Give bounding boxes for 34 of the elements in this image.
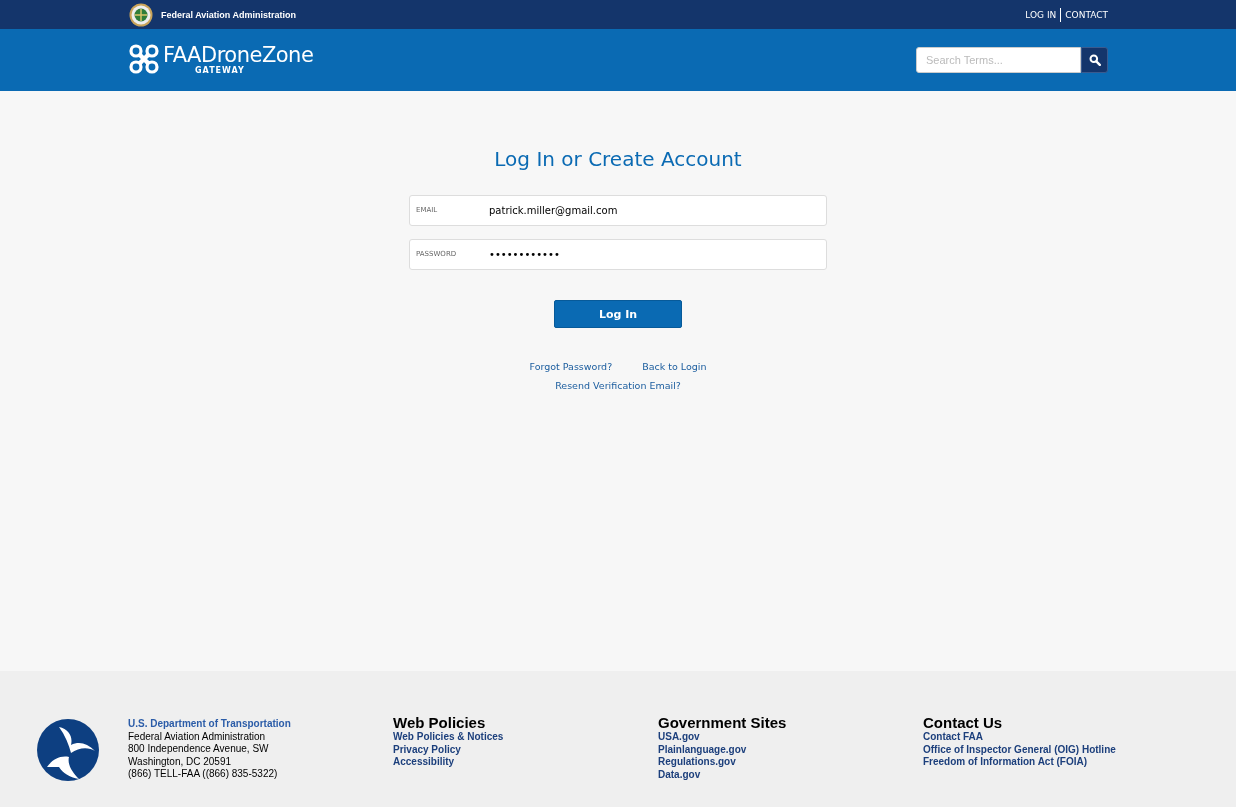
footer-link[interactable]: Web Policies & Notices (393, 731, 658, 744)
search-button[interactable] (1081, 47, 1108, 73)
footer-heading: Contact Us (923, 714, 1004, 731)
footer-link[interactable]: Data.gov (658, 768, 923, 781)
footer-link[interactable]: USA.gov (658, 731, 923, 744)
text-link[interactable]: Forgot Password? (529, 361, 613, 372)
footer-link[interactable]: Regulations.gov (658, 756, 923, 769)
brand-name: FAADroneZone (163, 43, 314, 66)
footer-link[interactable]: Privacy Policy (393, 743, 658, 756)
footer-link[interactable]: Accessibility (393, 756, 658, 769)
footer-link[interactable]: Freedom of Information Act (FOIA) (923, 756, 1188, 769)
address-line: 800 Independence Avenue, SW (128, 743, 270, 756)
search-icon (1088, 54, 1101, 66)
login-button[interactable]: Log In (554, 300, 682, 328)
top-nav-link[interactable]: LOG IN (1025, 9, 1057, 20)
address-line: (866) TELL-FAA ((866) 835-5322) (128, 768, 279, 781)
footer-heading: Government Sites (658, 714, 788, 731)
footer-heading: Web Policies (393, 714, 487, 731)
drone-logo-icon (128, 43, 160, 75)
page-title: Log In or Create Account (494, 147, 742, 171)
footer-link[interactable]: U.S. Department of Transportation (128, 718, 393, 731)
seal-icon (129, 2, 153, 27)
brand-subtitle: GATEWAY (195, 65, 246, 75)
tri-swirl-logo-icon (37, 719, 99, 781)
text-link[interactable]: Back to Login (642, 361, 707, 372)
footer-link[interactable]: Plainlanguage.gov (658, 743, 923, 756)
address-line: Washington, DC 20591 (128, 755, 233, 768)
address-line: Federal Aviation Administration (128, 730, 267, 743)
search-field[interactable]: Search Terms... (916, 47, 1081, 73)
resend-link[interactable]: Resend Verification Email? (555, 380, 681, 391)
top-nav-link[interactable]: CONTACT (1065, 9, 1108, 20)
footer-link[interactable]: Office of Inspector General (OIG) Hotline (923, 743, 1188, 756)
footer-link[interactable]: Contact FAA (923, 731, 1188, 744)
agency-name: Federal Aviation Administration (161, 9, 297, 20)
